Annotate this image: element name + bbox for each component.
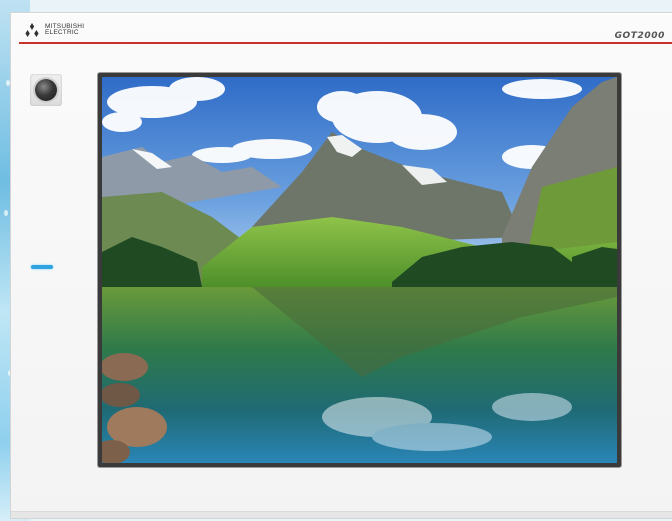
brand-name-line2: ELECTRIC: [45, 29, 79, 36]
brand-name: MITSUBISHI ELECTRIC: [45, 23, 84, 37]
model-label: GOT2000: [614, 31, 665, 41]
hmi-device-bezel: MITSUBISHI ELECTRIC GOT2000: [10, 12, 672, 519]
display-screen[interactable]: [98, 73, 621, 467]
human-sensor: [30, 74, 62, 106]
three-diamond-icon: [25, 23, 39, 37]
bezel-bottom-strip: [11, 511, 672, 518]
mountain-lake-wallpaper-image: [102, 77, 617, 463]
accent-line: [19, 42, 672, 44]
device-top-bar: MITSUBISHI ELECTRIC GOT2000: [11, 13, 672, 42]
sensor-lens: [35, 79, 57, 101]
brand-logo: MITSUBISHI ELECTRIC: [23, 22, 84, 38]
status-led: [31, 265, 53, 269]
